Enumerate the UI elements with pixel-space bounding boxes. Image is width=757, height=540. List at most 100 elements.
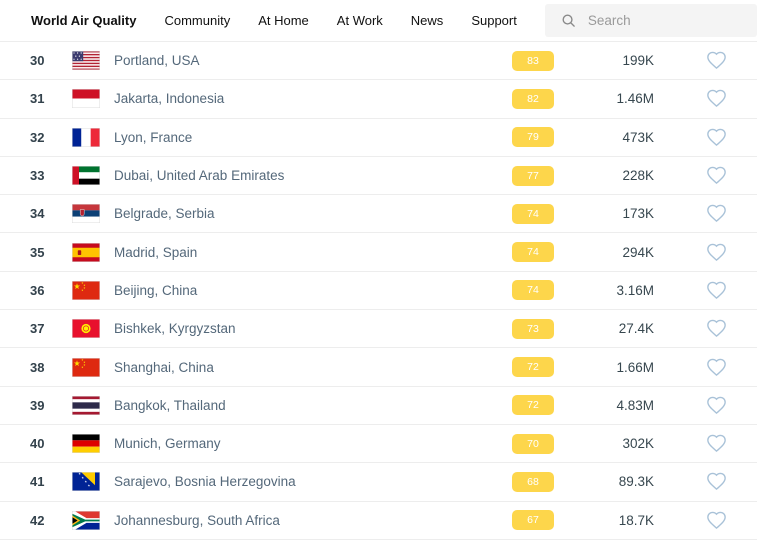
city-link[interactable]: Belgrade, Serbia bbox=[114, 206, 512, 221]
follow-heart-icon[interactable] bbox=[706, 166, 727, 185]
followers-count: 199K bbox=[554, 53, 654, 68]
city-ranking-row[interactable]: 37 Bishkek, Kyrgyzstan 73 27.4K bbox=[0, 310, 757, 348]
followers-count: 18.7K bbox=[554, 513, 654, 528]
follow-heart-icon[interactable] bbox=[706, 204, 727, 223]
cn-flag-icon bbox=[72, 358, 100, 377]
heart-outline-path bbox=[708, 91, 725, 107]
fr-flag-icon bbox=[72, 128, 100, 147]
ae-flag-icon bbox=[72, 166, 100, 185]
follow-heart-icon[interactable] bbox=[706, 434, 727, 453]
followers-count: 302K bbox=[554, 436, 654, 451]
city-ranking-row[interactable]: 40 Munich, Germany 70 302K bbox=[0, 425, 757, 463]
city-link[interactable]: Shanghai, China bbox=[114, 360, 512, 375]
ba-flag-icon bbox=[72, 472, 100, 491]
city-ranking-row[interactable]: 42 Johannesburg, South Africa 67 18.7K bbox=[0, 502, 757, 540]
nav-item-world-air-quality[interactable]: World Air Quality bbox=[31, 13, 136, 28]
aqi-badge: 74 bbox=[512, 242, 554, 262]
follow-heart-icon[interactable] bbox=[706, 281, 727, 300]
top-nav-bar: World Air Quality Community At Home At Work… bbox=[0, 0, 757, 42]
city-link[interactable]: Bangkok, Thailand bbox=[114, 398, 512, 413]
aqi-badge: 67 bbox=[512, 510, 554, 530]
city-link[interactable]: Munich, Germany bbox=[114, 436, 512, 451]
ranking-table: 30 Portland, USA 83 199K 31 Jakarta, Ind… bbox=[0, 42, 757, 540]
city-ranking-row[interactable]: 35 Madrid, Spain 74 294K bbox=[0, 233, 757, 271]
follow-heart-icon[interactable] bbox=[706, 511, 727, 530]
city-link[interactable]: Portland, USA bbox=[114, 53, 512, 68]
rank-cell: 36 bbox=[30, 283, 72, 298]
th-flag-icon bbox=[72, 396, 100, 415]
heart-outline-path bbox=[708, 282, 725, 298]
heart-outline-path bbox=[708, 167, 725, 183]
followers-count: 1.46M bbox=[554, 91, 654, 106]
follow-heart-icon[interactable] bbox=[706, 89, 727, 108]
city-link[interactable]: Lyon, France bbox=[114, 130, 512, 145]
rank-cell: 33 bbox=[30, 168, 72, 183]
nav-item-at-home[interactable]: At Home bbox=[258, 13, 309, 28]
nav-item-at-work[interactable]: At Work bbox=[337, 13, 383, 28]
follow-heart-icon[interactable] bbox=[706, 396, 727, 415]
aqi-badge: 68 bbox=[512, 472, 554, 492]
city-link[interactable]: Bishkek, Kyrgyzstan bbox=[114, 321, 512, 336]
heart-outline-path bbox=[708, 435, 725, 451]
rank-cell: 37 bbox=[30, 321, 72, 336]
follow-heart-icon[interactable] bbox=[706, 358, 727, 377]
nav-item-support[interactable]: Support bbox=[471, 13, 517, 28]
heart-outline-path bbox=[708, 206, 725, 222]
rank-cell: 39 bbox=[30, 398, 72, 413]
followers-count: 1.66M bbox=[554, 360, 654, 375]
main-nav: World Air Quality Community At Home At Work… bbox=[31, 13, 545, 28]
heart-outline-path bbox=[708, 321, 725, 337]
aqi-badge: 74 bbox=[512, 280, 554, 300]
search-box[interactable] bbox=[545, 4, 757, 37]
heart-outline-path bbox=[708, 53, 725, 69]
city-ranking-row[interactable]: 34 Belgrade, Serbia 74 173K bbox=[0, 195, 757, 233]
rank-cell: 41 bbox=[30, 474, 72, 489]
rank-cell: 42 bbox=[30, 513, 72, 528]
za-flag-icon bbox=[72, 511, 100, 530]
aqi-badge: 73 bbox=[512, 319, 554, 339]
de-flag-icon bbox=[72, 434, 100, 453]
city-ranking-row[interactable]: 30 Portland, USA 83 199K bbox=[0, 42, 757, 80]
city-ranking-row[interactable]: 31 Jakarta, Indonesia 82 1.46M bbox=[0, 80, 757, 118]
aqi-badge: 74 bbox=[512, 204, 554, 224]
id-flag-icon bbox=[72, 89, 100, 108]
followers-count: 228K bbox=[554, 168, 654, 183]
follow-heart-icon[interactable] bbox=[706, 243, 727, 262]
city-ranking-row[interactable]: 41 Sarajevo, Bosnia Herzegovina 68 89.3K bbox=[0, 463, 757, 501]
follow-heart-icon[interactable] bbox=[706, 472, 727, 491]
city-ranking-row[interactable]: 33 Dubai, United Arab Emirates 77 228K bbox=[0, 157, 757, 195]
rank-cell: 30 bbox=[30, 53, 72, 68]
heart-outline-path bbox=[708, 397, 725, 413]
followers-count: 294K bbox=[554, 245, 654, 260]
city-ranking-row[interactable]: 38 Shanghai, China 72 1.66M bbox=[0, 348, 757, 386]
cn-flag-icon bbox=[72, 281, 100, 300]
city-link[interactable]: Beijing, China bbox=[114, 283, 512, 298]
heart-outline-path bbox=[708, 512, 725, 528]
search-input[interactable] bbox=[586, 12, 746, 29]
city-link[interactable]: Dubai, United Arab Emirates bbox=[114, 168, 512, 183]
heart-outline-path bbox=[708, 474, 725, 490]
city-ranking-row[interactable]: 36 Beijing, China 74 3.16M bbox=[0, 272, 757, 310]
rs-flag-icon bbox=[72, 204, 100, 223]
nav-item-community[interactable]: Community bbox=[164, 13, 230, 28]
aqi-badge: 77 bbox=[512, 166, 554, 186]
aqi-badge: 82 bbox=[512, 89, 554, 109]
city-link[interactable]: Sarajevo, Bosnia Herzegovina bbox=[114, 474, 512, 489]
heart-outline-path bbox=[708, 359, 725, 375]
follow-heart-icon[interactable] bbox=[706, 128, 727, 147]
city-ranking-row[interactable]: 39 Bangkok, Thailand 72 4.83M bbox=[0, 387, 757, 425]
rank-cell: 38 bbox=[30, 360, 72, 375]
rank-cell: 31 bbox=[30, 91, 72, 106]
heart-outline-path bbox=[708, 244, 725, 260]
city-link[interactable]: Jakarta, Indonesia bbox=[114, 91, 512, 106]
city-link[interactable]: Madrid, Spain bbox=[114, 245, 512, 260]
nav-item-news[interactable]: News bbox=[411, 13, 444, 28]
followers-count: 4.83M bbox=[554, 398, 654, 413]
follow-heart-icon[interactable] bbox=[706, 51, 727, 70]
follow-heart-icon[interactable] bbox=[706, 319, 727, 338]
heart-outline-path bbox=[708, 129, 725, 145]
aqi-badge: 83 bbox=[512, 51, 554, 71]
city-link[interactable]: Johannesburg, South Africa bbox=[114, 513, 512, 528]
city-ranking-row[interactable]: 32 Lyon, France 79 473K bbox=[0, 119, 757, 157]
followers-count: 89.3K bbox=[554, 474, 654, 489]
